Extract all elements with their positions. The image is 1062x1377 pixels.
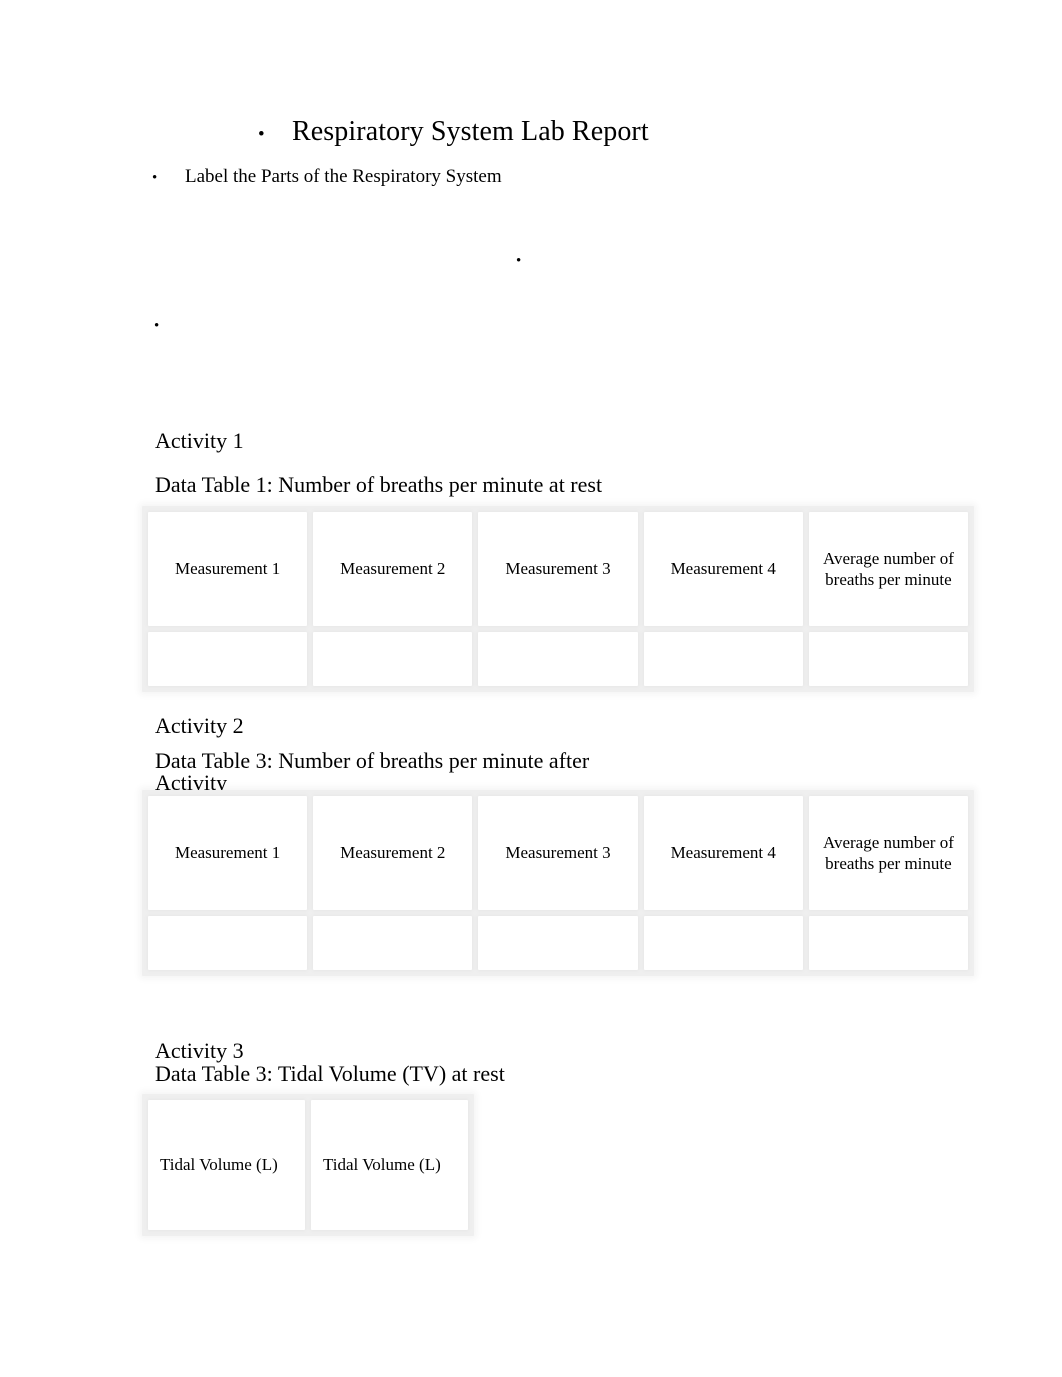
table-data-cell[interactable]	[313, 632, 473, 686]
table-header-cell: Measurement 2	[313, 796, 473, 910]
document-subtitle: Label the Parts of the Respiratory Syste…	[185, 166, 502, 187]
table-data-cell[interactable]	[808, 916, 969, 970]
empty-bullet-left-icon: •	[154, 318, 160, 334]
table-header-cell: Measurement 1	[148, 512, 308, 626]
activity-2-table-caption: Data Table 3: Number of breaths per minu…	[155, 748, 590, 796]
document-page: • Respiratory System Lab Report • Label …	[0, 0, 1062, 1377]
document-subtitle-line: • Label the Parts of the Respiratory Sys…	[152, 166, 502, 189]
activity-3-table-caption: Data Table 3: Tidal Volume (TV) at rest	[155, 1061, 505, 1086]
table-header-cell: Tidal Volume (L)	[311, 1100, 468, 1230]
data-table-2: Measurement 1 Measurement 2 Measurement …	[142, 790, 974, 976]
table-header-cell: Measurement 2	[313, 512, 473, 626]
table-data-cell[interactable]	[478, 916, 638, 970]
bullet-icon: •	[258, 124, 265, 145]
table-header-cell: Measurement 3	[478, 796, 638, 910]
table-header-cell: Average number of breaths per minute	[808, 512, 969, 626]
table-data-cell[interactable]	[313, 916, 473, 970]
activity-1-table-caption: Data Table 1: Number of breaths per minu…	[155, 472, 603, 497]
bullet-icon: •	[152, 170, 158, 186]
table-header-cell: Measurement 4	[643, 796, 803, 910]
table-data-cell[interactable]	[148, 916, 308, 970]
data-table-1: Measurement 1 Measurement 2 Measurement …	[142, 506, 974, 692]
table-data-cell[interactable]	[808, 632, 969, 686]
table-row	[145, 913, 971, 973]
table-row	[145, 629, 971, 689]
page-title: Respiratory System Lab Report	[292, 116, 649, 147]
activity-3-heading: Activity 3	[155, 1038, 244, 1063]
table-header-row: Measurement 1 Measurement 2 Measurement …	[145, 509, 971, 629]
table-data-cell[interactable]	[148, 632, 308, 686]
table-data-cell[interactable]	[478, 632, 638, 686]
table-data-cell[interactable]	[643, 916, 803, 970]
table-header-cell: Average number of breaths per minute	[808, 796, 969, 910]
activity-1-heading: Activity 1	[155, 428, 244, 453]
table-data-cell[interactable]	[643, 632, 803, 686]
table-header-row: Measurement 1 Measurement 2 Measurement …	[145, 793, 971, 913]
table-header-cell: Measurement 3	[478, 512, 638, 626]
empty-bullet-centered-icon: •	[516, 253, 522, 269]
table-header-cell: Tidal Volume (L)	[148, 1100, 305, 1230]
activity-2-heading: Activity 2	[155, 713, 244, 738]
table-header-cell: Measurement 4	[643, 512, 803, 626]
table-header-row: Tidal Volume (L) Tidal Volume (L)	[145, 1097, 471, 1233]
data-table-3: Tidal Volume (L) Tidal Volume (L)	[142, 1094, 474, 1236]
document-title-line: • Respiratory System Lab Report	[258, 116, 649, 148]
table-header-cell: Measurement 1	[148, 796, 308, 910]
